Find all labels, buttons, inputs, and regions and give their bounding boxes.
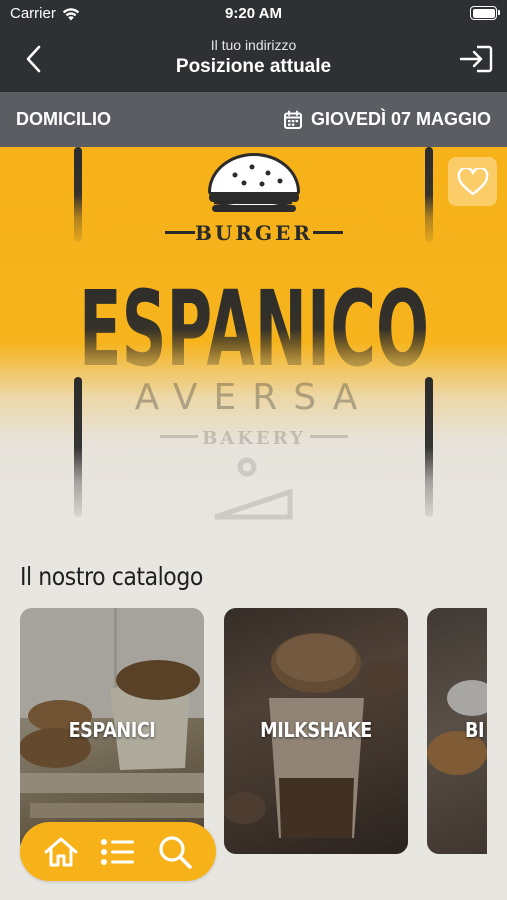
- calendar-icon: [283, 110, 302, 129]
- catalog-title: Il nostro catalogo: [20, 562, 203, 591]
- heart-icon: [457, 167, 488, 195]
- tab-list[interactable]: [97, 831, 139, 873]
- burger-icon: [208, 153, 300, 212]
- delivery-bar: DOMICILIO GIOVEDÌ 07 MAGGIO: [0, 92, 507, 147]
- search-icon: [159, 835, 193, 869]
- delivery-date[interactable]: GIOVEDÌ 07 MAGGIO: [283, 109, 491, 130]
- catalog-card-milkshake[interactable]: MILKSHAKE: [224, 608, 408, 854]
- restaurant-logo: BURGER ESPANICO AVERSA BAKERY: [74, 147, 433, 520]
- list-icon: [100, 838, 134, 865]
- logo-city-text: AVERSA: [135, 377, 374, 418]
- cake-icon: [214, 457, 293, 520]
- logo-burger-text: BURGER: [195, 221, 313, 245]
- catalog-card-label: ESPANICI: [68, 718, 156, 742]
- home-icon: [44, 837, 78, 866]
- catalog-carousel[interactable]: ESPANICI MILKSHAKE BI: [20, 608, 487, 854]
- logo-name-text: ESPANICO: [79, 268, 429, 390]
- catalog-card-partial[interactable]: BI: [427, 608, 487, 854]
- page-title: Posizione attuale: [175, 56, 332, 77]
- address-subtitle: Il tuo indirizzo: [210, 37, 297, 53]
- chevron-left-icon: [26, 45, 41, 73]
- status-time: 9:20 AM: [225, 5, 282, 22]
- sign-in-icon: [459, 45, 493, 73]
- catalog-card-label: BI: [465, 718, 485, 742]
- login-button[interactable]: [457, 42, 495, 76]
- delivery-mode[interactable]: DOMICILIO: [16, 109, 111, 130]
- bottom-tab-bar: [20, 822, 216, 881]
- favorite-button[interactable]: [448, 157, 497, 206]
- status-bar: Carrier 9:20 AM: [0, 0, 507, 28]
- restaurant-banner: BURGER ESPANICO AVERSA BAKERY: [0, 147, 507, 537]
- tab-search[interactable]: [154, 831, 196, 873]
- logo-bakery-text: BAKERY: [202, 428, 306, 449]
- nav-header: Il tuo indirizzo Posizione attuale: [0, 28, 507, 92]
- delivery-date-label: GIOVEDÌ 07 MAGGIO: [310, 109, 491, 129]
- tab-home[interactable]: [40, 831, 82, 873]
- catalog-card-label: MILKSHAKE: [260, 718, 372, 742]
- address-title[interactable]: Il tuo indirizzo Posizione attuale: [80, 36, 427, 80]
- back-button[interactable]: [16, 42, 50, 76]
- battery-icon: [470, 6, 500, 20]
- catalog-card-espanici[interactable]: ESPANICI: [20, 608, 204, 854]
